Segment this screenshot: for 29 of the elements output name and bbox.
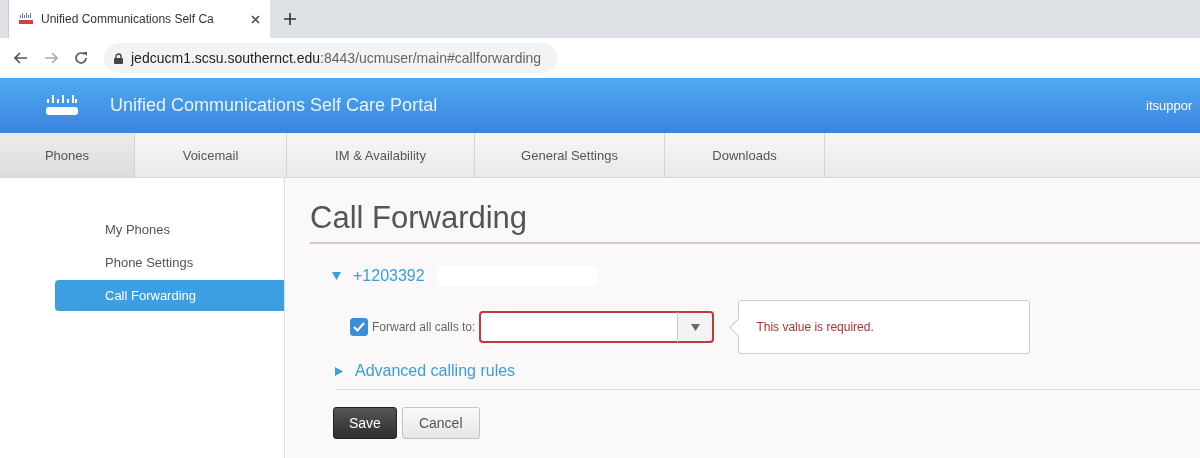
nav-tab[interactable]: General Settings <box>475 133 665 177</box>
back-icon[interactable] <box>14 52 28 64</box>
portal-title: Unified Communications Self Care Portal <box>110 95 439 116</box>
nav-tab[interactable]: Downloads <box>665 133 825 177</box>
nav-tab[interactable]: Phones <box>0 133 135 177</box>
error-message: This value is required. <box>756 320 874 334</box>
logo-icon <box>44 93 80 118</box>
close-icon[interactable] <box>251 14 260 24</box>
cancel-button[interactable]: Cancel <box>401 407 480 439</box>
collapse-arrow-icon[interactable] <box>332 272 341 280</box>
sidebar-item[interactable]: My Phones <box>55 214 284 245</box>
browser-tab[interactable]: Unified Communications Self Ca <box>8 0 270 38</box>
user-name: itsuppor <box>1146 98 1194 113</box>
save-button[interactable]: Save <box>333 407 397 439</box>
reload-icon[interactable] <box>74 51 88 65</box>
field-label: Forward all calls to: <box>372 320 476 334</box>
forward-number-field[interactable] <box>479 311 678 343</box>
address-bar[interactable]: jedcucm1.scsu.southernct.edu:8443/ucmuser/main#callforwarding <box>104 43 558 73</box>
nav-tab[interactable]: IM & Availability <box>287 133 475 177</box>
caret-icon <box>690 323 700 331</box>
dropdown-button[interactable] <box>677 311 715 343</box>
expand-arrow-icon[interactable] <box>335 366 343 376</box>
nav-tab[interactable]: Voicemail <box>135 133 287 177</box>
page-heading: Call Forwarding <box>310 200 1200 244</box>
sidebar-item[interactable]: Phone Settings <box>55 247 284 278</box>
checkbox[interactable] <box>350 318 368 336</box>
lock-icon <box>114 52 123 64</box>
logo-icon <box>19 13 33 25</box>
plus-icon[interactable] <box>284 13 296 25</box>
